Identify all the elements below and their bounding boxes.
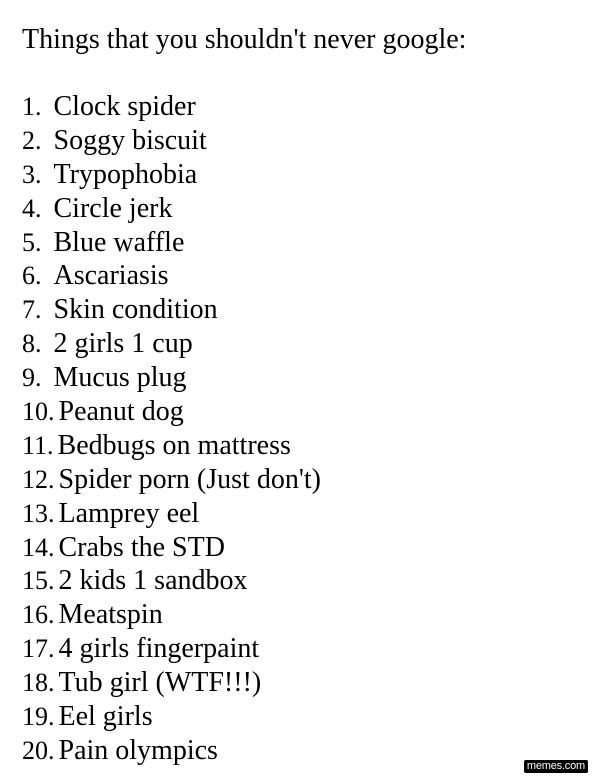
list-item-text: Mucus plug <box>53 362 187 394</box>
list-item-number: 15. <box>22 566 55 596</box>
list-item: 5. Blue waffle <box>22 226 321 260</box>
list-item: 2. Soggy biscuit <box>22 124 321 158</box>
list-item-text: Blue waffle <box>53 226 185 258</box>
list-item-number: 19. <box>22 702 55 732</box>
list-item-number: 9. <box>22 363 42 393</box>
list-item: 19. Eel girls <box>22 700 321 734</box>
list-item-text: Pain olympics <box>58 734 218 766</box>
list-item-text: Clock spider <box>53 91 196 122</box>
list-item: 15. 2 kids 1 sandbox <box>22 564 321 598</box>
list-item: 11. Bedbugs on mattress <box>22 429 321 463</box>
list-item-number: 5. <box>22 227 42 257</box>
list-item-text: Tub girl (WTF!!!) <box>58 667 262 699</box>
list-item-text: Skin condition <box>53 294 218 326</box>
list-item: 20. Pain olympics <box>22 734 321 768</box>
list-item: 8. 2 girls 1 cup <box>22 327 321 361</box>
list-item-number: 1. <box>22 92 42 121</box>
list-item-number: 7. <box>22 295 42 325</box>
list-item-text: Circle jerk <box>53 192 173 224</box>
list-item-number: 20. <box>22 735 55 765</box>
list-item-number: 6. <box>22 261 42 291</box>
list-item-number: 10. <box>22 397 55 427</box>
list-item-text: Peanut dog <box>58 396 184 428</box>
watermark-logo: memes.com <box>523 760 588 773</box>
list-item-number: 11. <box>22 430 54 460</box>
list-item-text: Eel girls <box>58 701 153 733</box>
list-item-text: 2 girls 1 cup <box>53 328 193 360</box>
list-item-text: Crabs the STD <box>58 531 225 563</box>
list-item-number: 16. <box>22 600 55 630</box>
list-item-text: Ascariasis <box>53 260 169 292</box>
list-item-text: Lamprey eel <box>58 497 200 529</box>
list-item: 6. Ascariasis <box>22 259 321 293</box>
list-item-number: 18. <box>22 668 55 698</box>
list-item-text: Spider porn (Just don't) <box>58 463 321 495</box>
list-item-number: 2. <box>22 125 42 155</box>
list-item-number: 4. <box>22 193 42 223</box>
list-item: 17. 4 girls fingerpaint <box>22 632 321 666</box>
list-item: 16. Meatspin <box>22 598 321 632</box>
list-item-text: Meatspin <box>58 599 163 631</box>
list-item: 10. Peanut dog <box>22 395 321 429</box>
list-item-text: Soggy biscuit <box>53 124 207 156</box>
list-item-number: 12. <box>22 464 55 494</box>
list-item: 13. Lamprey eel <box>22 497 321 531</box>
list-item-number: 13. <box>22 498 55 528</box>
list-item-number: 3. <box>22 159 42 189</box>
page-title: Things that you shouldn't never google: <box>22 24 467 55</box>
list-item: 3. Trypophobia <box>22 158 321 192</box>
list-item: 1. Clock spider <box>22 90 321 124</box>
list-item-text: Bedbugs on mattress <box>57 429 291 461</box>
list-item-text: 4 girls fingerpaint <box>58 633 260 665</box>
list-item-text: 2 kids 1 sandbox <box>58 565 248 597</box>
list-item-number: 14. <box>22 532 55 562</box>
list-item: 12. Spider porn (Just don't) <box>22 463 321 497</box>
list-item: 9. Mucus plug <box>22 361 321 395</box>
list-item-number: 17. <box>22 634 55 664</box>
list-item-text: Trypophobia <box>53 158 198 190</box>
item-list: 1. Clock spider 2. Soggy biscuit 3. Trypophob… <box>22 90 321 768</box>
list-item: 18. Tub girl (WTF!!!) <box>22 666 321 700</box>
list-item: 7. Skin condition <box>22 293 321 327</box>
list-item: 4. Circle jerk <box>22 192 321 226</box>
list-item: 14. Crabs the STD <box>22 531 321 565</box>
list-item-number: 8. <box>22 329 42 359</box>
